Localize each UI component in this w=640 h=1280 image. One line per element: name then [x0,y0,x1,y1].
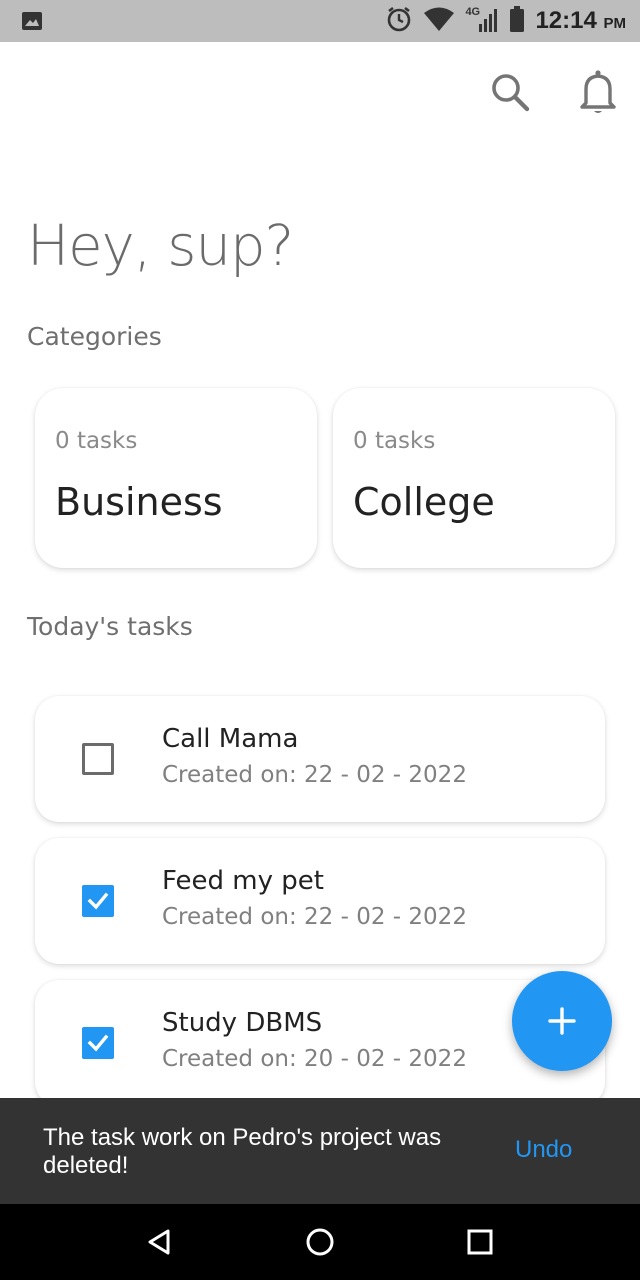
task-item[interactable]: Feed my pet Created on: 22 - 02 - 2022 [35,838,605,964]
todays-tasks-label: Today's tasks [27,612,193,641]
undo-button[interactable]: Undo [515,1136,572,1164]
add-task-button[interactable] [512,971,612,1071]
clock-time: 12:14 [535,7,597,34]
search-button[interactable] [488,70,532,118]
task-checkbox[interactable] [82,885,114,917]
category-card-college[interactable]: 0 tasks College [333,388,615,568]
status-bar: 4G 12:14 PM [0,0,640,42]
category-count: 0 tasks [353,428,436,454]
search-icon [489,71,531,117]
task-created-date: Created on: 22 - 02 - 2022 [162,762,467,788]
task-created-date: Created on: 22 - 02 - 2022 [162,904,467,930]
plus-icon [548,1007,576,1035]
bell-icon [578,69,618,119]
nav-back-button[interactable] [144,1226,176,1258]
category-name: College [353,480,495,524]
system-nav-bar [0,1204,640,1280]
categories-label: Categories [27,322,162,351]
recents-icon [467,1229,493,1255]
nav-home-button[interactable] [304,1226,336,1258]
signal-icon: 4G [465,6,499,36]
task-checkbox[interactable] [82,743,114,775]
alarm-icon [385,5,413,37]
nav-recents-button[interactable] [464,1226,496,1258]
task-title: Call Mama [162,724,299,754]
wifi-icon [423,6,455,36]
battery-icon [509,5,525,37]
task-checkbox[interactable] [82,1027,114,1059]
task-title: Study DBMS [162,1008,323,1038]
snackbar-message: The task work on Pedro's project was del… [43,1124,442,1179]
back-icon [148,1229,170,1255]
category-count: 0 tasks [55,428,138,454]
notifications-button[interactable] [576,70,620,118]
task-title: Feed my pet [162,866,324,896]
check-icon [87,1034,109,1052]
check-icon [87,892,109,910]
status-icons: 4G 12:14 PM [385,0,626,42]
clock-ampm: PM [603,15,627,32]
task-created-date: Created on: 20 - 02 - 2022 [162,1046,467,1072]
image-icon [20,9,44,33]
home-icon [306,1228,334,1256]
clock: 12:14 PM [535,7,626,35]
greeting-title: Hey, sup? [27,214,294,279]
category-card-business[interactable]: 0 tasks Business [35,388,317,568]
task-item[interactable]: Call Mama Created on: 22 - 02 - 2022 [35,696,605,822]
snackbar: The task work on Pedro's project was del… [0,1098,640,1204]
category-name: Business [55,480,223,524]
